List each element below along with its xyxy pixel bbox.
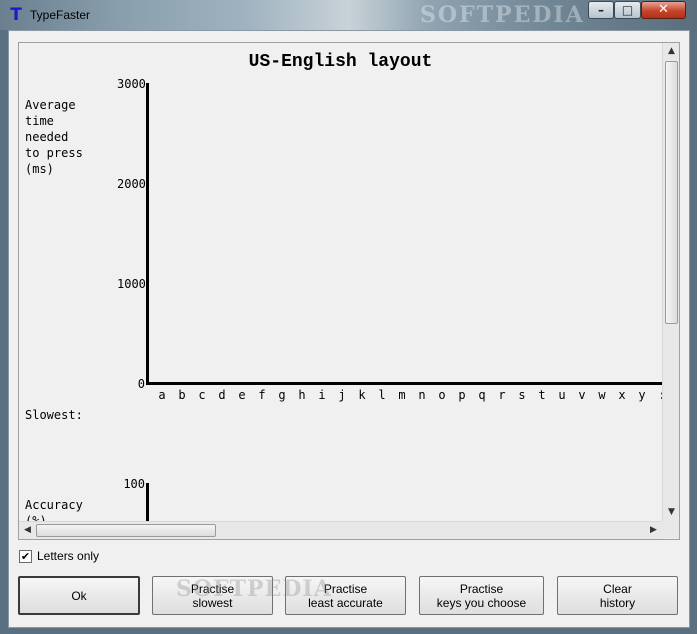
x-tick-label: y bbox=[638, 388, 646, 402]
button-label-line: Practise bbox=[459, 581, 504, 596]
x-tick-label: l bbox=[378, 388, 386, 402]
x-tick-label: r bbox=[498, 388, 506, 402]
x-tick-label: i bbox=[318, 388, 326, 402]
scroll-left-icon[interactable]: ◀ bbox=[19, 522, 36, 539]
x-tick-label: a bbox=[158, 388, 166, 402]
x-tick-label: x bbox=[618, 388, 626, 402]
horizontal-scrollbar[interactable]: ◀ ▶ bbox=[19, 521, 662, 539]
scroll-right-icon[interactable]: ▶ bbox=[645, 522, 662, 539]
button-label-line: Practise bbox=[190, 581, 235, 596]
scroll-down-icon[interactable]: ▼ bbox=[663, 504, 679, 521]
button-label-line: slowest bbox=[192, 595, 233, 610]
minimize-button[interactable]: – bbox=[588, 1, 614, 19]
chart-title: US-English layout bbox=[248, 52, 433, 72]
accuracy-y-axis-line bbox=[146, 483, 149, 521]
x-tick-label: o bbox=[438, 388, 446, 402]
x-tick-label: n bbox=[418, 388, 426, 402]
vertical-scroll-thumb[interactable] bbox=[665, 61, 678, 324]
minimize-icon: – bbox=[598, 3, 604, 17]
slowest-label: Slowest: bbox=[25, 408, 83, 422]
practise-least-accurate-button[interactable]: Practise least accurate bbox=[285, 576, 406, 615]
maximize-button[interactable]: □ bbox=[614, 1, 641, 19]
x-tick-label: c bbox=[198, 388, 206, 402]
y-tick-label: 0 bbox=[137, 377, 145, 391]
accuracy-unit-label: (%) bbox=[25, 514, 47, 521]
x-tick-label: h bbox=[298, 388, 306, 402]
scrollbar-corner bbox=[662, 521, 679, 538]
x-axis-line bbox=[146, 382, 662, 385]
y-tick-label: 3000 bbox=[117, 77, 146, 91]
button-label-line: least accurate bbox=[308, 595, 383, 610]
button-label-line: Practise bbox=[323, 581, 368, 596]
letters-only-label: Letters only bbox=[37, 549, 100, 563]
vertical-scrollbar[interactable]: ▲ ▼ bbox=[662, 43, 679, 521]
ok-button[interactable]: Ok bbox=[18, 576, 140, 615]
title-bar[interactable]: T TypeFaster SOFTPEDIA – □ ✕ bbox=[0, 0, 697, 30]
x-tick-label: v bbox=[578, 388, 586, 402]
button-label-line: history bbox=[599, 595, 636, 610]
chart-panel: US-English layout Average time needed to… bbox=[18, 42, 680, 540]
practise-slowest-button[interactable]: Practise slowest bbox=[152, 576, 273, 615]
maximize-icon: □ bbox=[621, 3, 634, 17]
y-tick-label: 2000 bbox=[117, 177, 146, 191]
accuracy-label: Accuracy bbox=[25, 498, 83, 512]
x-tick-label: e bbox=[238, 388, 246, 402]
x-tick-label: p bbox=[458, 388, 466, 402]
button-label-line: keys you choose bbox=[436, 595, 527, 610]
x-tick-label: q bbox=[478, 388, 486, 402]
x-tick-label: g bbox=[278, 388, 286, 402]
x-tick-label: s bbox=[518, 388, 526, 402]
accuracy-tick-label: 100 bbox=[123, 477, 145, 491]
x-tick-label: w bbox=[598, 388, 606, 402]
button-label-line: Clear bbox=[603, 581, 632, 596]
x-tick-label: u bbox=[558, 388, 566, 402]
clear-history-button[interactable]: Clear history bbox=[557, 576, 678, 615]
window-title: TypeFaster bbox=[30, 8, 91, 22]
y-axis-label-line: time bbox=[25, 114, 54, 128]
checkbox-check-icon[interactable]: ✔ bbox=[19, 550, 32, 563]
titlebar-watermark: SOFTPEDIA bbox=[420, 2, 585, 28]
horizontal-scroll-thumb[interactable] bbox=[36, 524, 216, 537]
practise-keys-you-choose-button[interactable]: Practise keys you choose bbox=[419, 576, 544, 615]
x-tick-label: m bbox=[398, 388, 406, 402]
y-tick-label: 1000 bbox=[117, 277, 146, 291]
y-axis-label-line: needed bbox=[25, 130, 69, 144]
ok-button-label: Ok bbox=[71, 588, 87, 603]
x-tick-label: j bbox=[338, 388, 346, 402]
chart-area: US-English layout Average time needed to… bbox=[19, 43, 662, 521]
x-tick-label: f bbox=[258, 388, 266, 402]
close-button[interactable]: ✕ bbox=[641, 1, 686, 19]
app-window: T TypeFaster SOFTPEDIA – □ ✕ US-English … bbox=[0, 0, 697, 634]
scroll-up-icon[interactable]: ▲ bbox=[663, 43, 679, 60]
close-icon: ✕ bbox=[658, 2, 669, 17]
x-tick-label: d bbox=[218, 388, 226, 402]
app-logo-icon: T bbox=[10, 5, 22, 25]
y-axis-line bbox=[146, 83, 149, 385]
y-axis-label-line: Average bbox=[25, 98, 76, 112]
x-tick-label: b bbox=[178, 388, 186, 402]
x-tick-label: k bbox=[358, 388, 366, 402]
y-axis-label-line: to press bbox=[25, 146, 83, 160]
y-axis-label-line: (ms) bbox=[25, 162, 54, 176]
x-tick-label: t bbox=[538, 388, 546, 402]
